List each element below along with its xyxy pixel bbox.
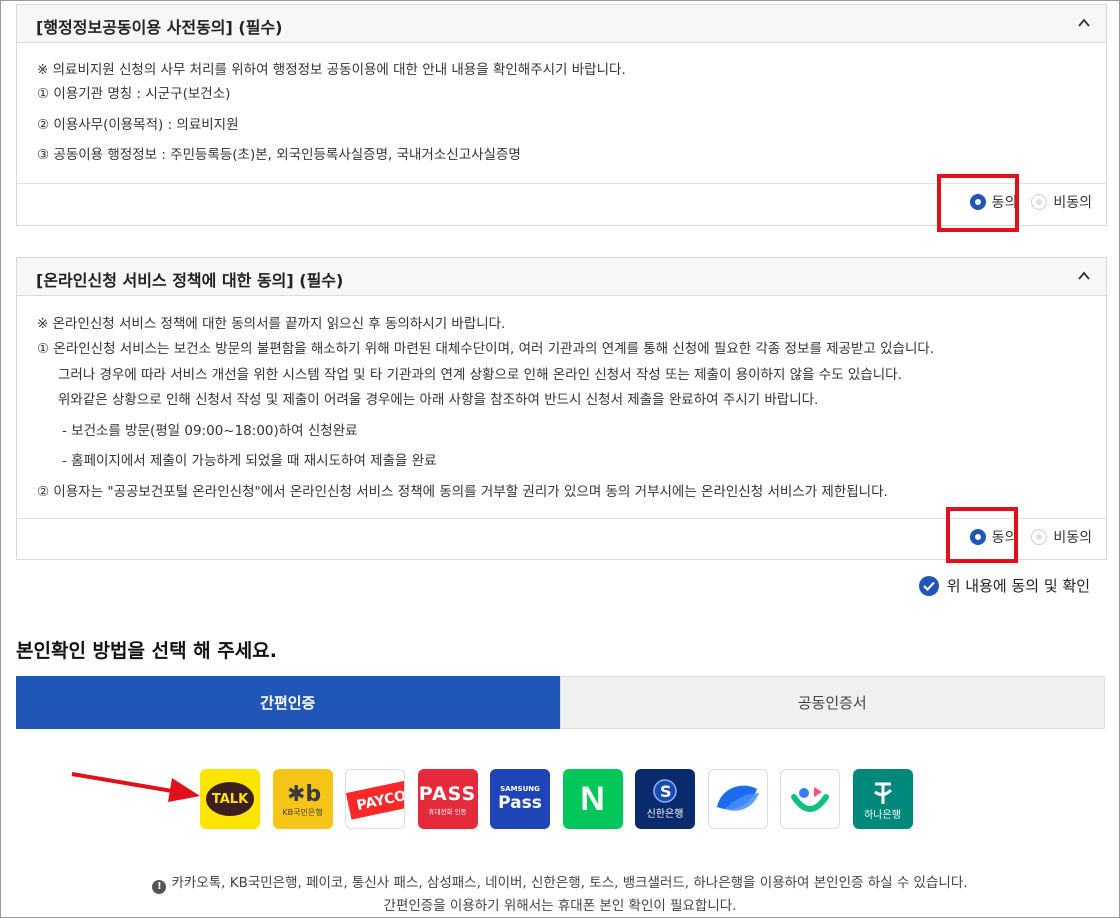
naver-button[interactable]: N [562,769,623,829]
pass-sub-label: 휴대전화 인증 [428,807,467,816]
shinhan-bank-button[interactable]: S 신한은행 [635,769,695,829]
sub-item: - 홈페이지에서 제출이 가능하게 되었을 때 재시도하여 제출을 완료 [62,453,437,469]
confirm-checkbox[interactable]: 위 내용에 동의 및 확인 [918,575,1090,596]
hana-logo-icon [873,782,892,804]
kb-bank-button[interactable]: ✱b KB국민은행 [272,769,333,829]
samsung-pass-label: Pass [498,793,542,813]
notice-line-1: 카카오톡, KB국민은행, 페이코, 통신사 패스, 삼성패스, 네이버, 신한… [171,875,968,891]
kb-label: KB국민은행 [282,808,323,817]
info-icon: ! [152,880,167,894]
payco-label: PAYCO [355,787,405,814]
tab-simple-auth[interactable]: 간편인증 [16,676,560,729]
hana-label: 하나은행 [864,809,901,821]
consent-footer: 동의 비동의 [17,518,1106,559]
confirm-label: 위 내용에 동의 및 확인 [946,577,1090,595]
section-header[interactable]: [온라인신청 서비스 정책에 대한 동의] (필수) [17,258,1106,296]
kakao-label: TALK [211,791,249,807]
kb-star-icon: ✱b [287,782,321,806]
samsung-label: SAMSUNG [500,785,540,793]
payco-logo-icon: PAYCO [346,778,405,820]
provider-list: TALK ✱b KB국민은행 PAYCO PASS 휴대전화 인증 SAMSUN… [200,769,925,829]
shinhan-logo-icon: S [653,778,677,803]
auth-notice-2: 간편인증을 이용하기 위해서는 휴대폰 본인 확인이 필요합니다. [383,898,737,914]
list-item-continued: 그러나 경우에 따라 서비스 개선을 위한 시스템 작업 및 타 기관과의 연계… [58,367,902,383]
list-item: ② 이용사무(이용목적) : 의료비지원 [37,117,239,133]
banksalad-logo-icon [791,787,829,812]
disagree-label: 비동의 [1053,195,1092,211]
payco-button[interactable]: PAYCO [345,769,405,829]
section-title: [온라인신청 서비스 정책에 대한 동의] (필수) [36,271,344,290]
kakao-bubble-icon: TALK [206,782,254,816]
naver-logo-icon: N [580,779,605,818]
radio-unselected-icon [1031,529,1048,545]
auth-notice: ! 카카오톡, KB국민은행, 페이코, 통신사 패스, 삼성패스, 네이버, 신… [0,871,1120,894]
disagree-label: 비동의 [1053,530,1092,546]
chevron-up-icon[interactable] [1078,17,1090,29]
list-item: ② 이용자는 "공공보건포털 온라인신청"에서 온라인신청 서비스 정책에 동의… [37,484,888,500]
chevron-up-icon[interactable] [1078,270,1090,282]
auth-method-tabs: 간편인증 공동인증서 [16,676,1105,729]
toss-logo-icon [716,785,759,811]
banksalad-button[interactable] [780,769,840,829]
disagree-radio[interactable]: 비동의 [1031,192,1092,212]
list-item: ③ 공동이용 행정정보 : 주민등록등(초)본, 외국인등록사실증명, 국내거소… [37,147,521,163]
red-arrow-icon [71,772,200,802]
sub-item: - 보건소를 방문(평일 09:00~18:00)하여 신청완료 [62,423,358,439]
section-header[interactable]: [행정정보공동이용 사전동의] (필수) [17,5,1106,43]
pass-label: PASS [418,782,477,805]
svg-text:✱b: ✱b [287,782,321,806]
highlight-box [937,174,1019,232]
notice-text: ※ 의료비지원 신청의 사무 처리를 위하여 행정정보 공동이용에 대한 안내 … [37,62,626,78]
radio-unselected-icon [1031,194,1048,210]
identity-heading: 본인확인 방법을 선택 해 주세요. [16,640,277,662]
shinhan-label: 신한은행 [646,808,684,820]
online-service-consent-section: [온라인신청 서비스 정책에 대한 동의] (필수) ※ 온라인신청 서비스 정… [16,257,1107,560]
pass-button[interactable]: PASS 휴대전화 인증 [417,769,478,829]
list-item: ① 온라인신청 서비스는 보건소 방문의 불편함을 해소하기 위해 마련된 대체… [37,341,935,357]
section-title: [행정정보공동이용 사전동의] (필수) [36,18,283,37]
list-item: ① 이용기관 명칭 : 시군구(보건소) [37,86,231,102]
tab-joint-certificate[interactable]: 공동인증서 [559,676,1105,729]
disagree-radio[interactable]: 비동의 [1031,527,1092,547]
check-circle-icon [918,575,939,596]
samsung-pass-button[interactable]: SAMSUNG Pass [490,769,550,829]
toss-button[interactable] [707,769,768,829]
svg-text:S: S [660,782,672,801]
kakao-talk-button[interactable]: TALK [200,769,260,829]
hana-bank-button[interactable]: 하나은행 [852,769,913,829]
notice-text: ※ 온라인신청 서비스 정책에 대한 동의서를 끝까지 읽으신 후 동의하시기 … [37,316,506,332]
list-item-continued: 위와같은 상황으로 인해 신청서 작성 및 제출이 어려울 경우에는 아래 사항… [58,392,819,408]
highlight-box [946,507,1018,563]
